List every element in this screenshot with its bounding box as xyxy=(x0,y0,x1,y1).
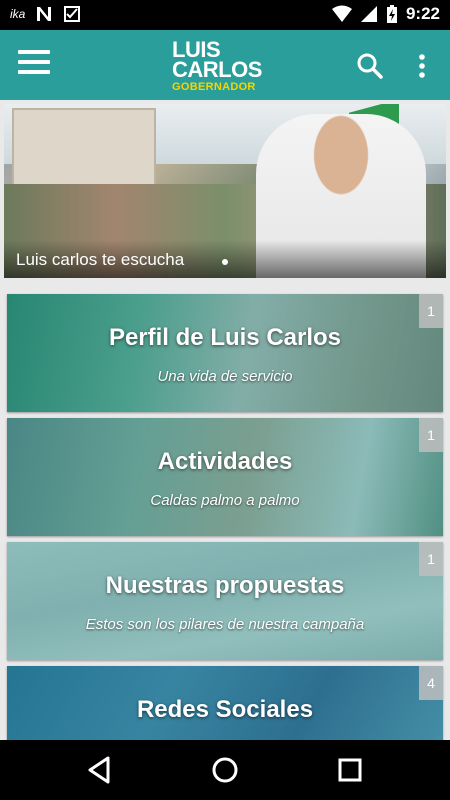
card-count-badge: 4 xyxy=(419,666,443,700)
android-nav-bar xyxy=(0,740,450,800)
check-notification-icon xyxy=(64,6,81,22)
card-count-badge: 1 xyxy=(419,418,443,452)
card-overlay xyxy=(7,294,443,412)
card-title: Nuestras propuestas xyxy=(105,572,345,599)
card-actividades[interactable]: Actividades Caldas palmo a palmo 1 xyxy=(7,418,443,536)
app-logo: LUIS CARLOS GOBERNADOR xyxy=(172,39,282,94)
home-icon[interactable] xyxy=(209,754,241,786)
logo-subtitle: GOBERNADOR xyxy=(172,81,256,93)
banner-building xyxy=(12,108,156,192)
logo-line-2: CARLOS xyxy=(172,57,262,82)
wifi-icon xyxy=(331,5,352,22)
recents-icon[interactable] xyxy=(334,754,366,786)
n-notification-icon xyxy=(37,7,52,21)
hamburger-menu-icon[interactable] xyxy=(18,50,50,80)
card-propuestas[interactable]: Nuestras propuestas Estos son los pilare… xyxy=(7,542,443,660)
status-time: 9:22 xyxy=(405,4,440,23)
card-title: Perfil de Luis Carlos xyxy=(108,324,342,351)
back-icon[interactable] xyxy=(84,754,116,786)
card-overlay xyxy=(7,542,443,660)
card-subtitle: Una vida de servicio xyxy=(157,368,293,385)
banner-caption: Luis carlos te escucha xyxy=(16,250,185,269)
app-bar: LUIS CARLOS GOBERNADOR xyxy=(0,30,450,100)
status-bar: ika 9:22 xyxy=(0,0,450,30)
card-title: Redes Sociales xyxy=(136,696,314,723)
carousel-indicator-dot[interactable] xyxy=(222,259,228,265)
signal-icon xyxy=(360,6,377,22)
card-subtitle: Caldas palmo a palmo xyxy=(150,492,300,509)
battery-charging-icon xyxy=(386,5,397,23)
hero-banner[interactable]: Luis carlos te escucha xyxy=(4,104,446,278)
card-subtitle: Estos son los pilares de nuestra campaña xyxy=(85,616,365,633)
card-count-badge: 1 xyxy=(419,542,443,576)
more-vert-icon[interactable] xyxy=(410,52,434,80)
card-perfil[interactable]: Perfil de Luis Carlos Una vida de servic… xyxy=(7,294,443,412)
card-count-badge: 1 xyxy=(419,294,443,328)
search-icon[interactable] xyxy=(356,52,384,80)
notification-app-icon: ika xyxy=(10,7,26,21)
card-title: Actividades xyxy=(157,448,293,475)
card-overlay xyxy=(7,418,443,536)
